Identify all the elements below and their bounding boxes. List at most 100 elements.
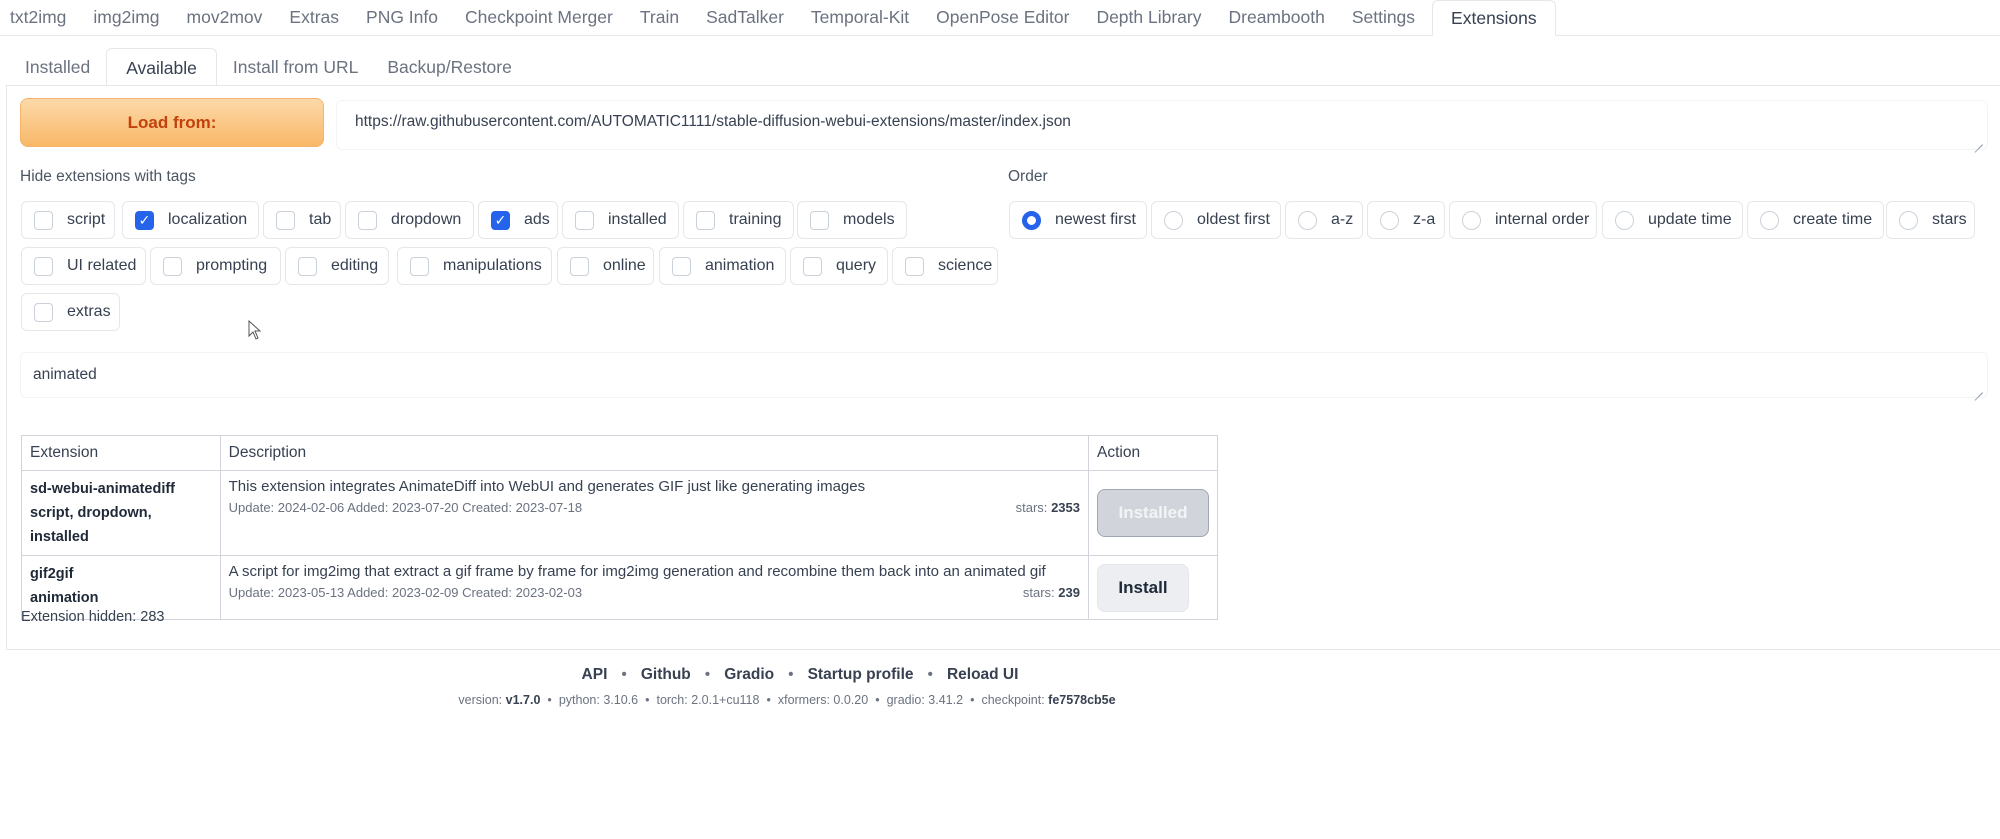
stars-label: stars: xyxy=(1022,585,1055,600)
order-label-text: oldest first xyxy=(1197,211,1270,228)
version-value: v1.7.0 xyxy=(505,693,541,707)
tab-img2img[interactable]: img2img xyxy=(83,0,169,35)
load-from-button[interactable]: Load from: xyxy=(20,98,324,147)
tag-label: dropdown xyxy=(391,211,462,228)
radio-icon xyxy=(1164,210,1183,230)
stars-label: stars: xyxy=(1015,500,1048,515)
tag-checkbox-science[interactable]: science xyxy=(892,247,998,285)
footer-link-github[interactable]: Github xyxy=(641,666,691,683)
order-radio-z-a[interactable]: z-a xyxy=(1367,201,1445,239)
tag-label: localization xyxy=(168,211,248,228)
order-radio-internal-order[interactable]: internal order xyxy=(1449,201,1597,239)
order-radio-oldest-first[interactable]: oldest first xyxy=(1151,201,1281,239)
subtab-install-from-url[interactable]: Install from URL xyxy=(220,48,371,86)
gradio-value: 3.41.2 xyxy=(928,693,964,707)
tag-label: extras xyxy=(67,303,111,320)
subtab-available[interactable]: Available xyxy=(106,48,217,86)
tag-label: UI related xyxy=(67,257,137,274)
footer-separator: • xyxy=(788,666,794,683)
tag-label: science xyxy=(938,257,993,274)
action-cell: Installed xyxy=(1087,470,1219,556)
tag-checkbox-localization[interactable]: ✓ localization xyxy=(122,201,259,239)
gradio-key: gradio: xyxy=(886,693,925,707)
install-button[interactable]: Install xyxy=(1096,563,1189,612)
tab-sadtalker[interactable]: SadTalker xyxy=(696,0,794,35)
order-label-text: z-a xyxy=(1413,211,1436,228)
checkbox-icon xyxy=(803,256,822,276)
checkbox-icon xyxy=(570,256,589,276)
resize-grip-icon[interactable] xyxy=(1974,136,1984,146)
tab-png-info[interactable]: PNG Info xyxy=(356,0,448,35)
subtab-installed[interactable]: Installed xyxy=(12,48,103,86)
tab-temporal-kit[interactable]: Temporal-Kit xyxy=(801,0,919,35)
tag-label: manipulations xyxy=(443,257,542,274)
extension-stars: stars: 239 xyxy=(1023,582,1080,604)
tag-checkbox-models[interactable]: models xyxy=(797,201,907,239)
footer-link-reload-ui[interactable]: Reload UI xyxy=(947,666,1018,683)
description-cell: A script for img2img that extract a gif … xyxy=(219,555,1089,620)
tab-extensions[interactable]: Extensions xyxy=(1432,0,1556,36)
tab-openpose-editor[interactable]: OpenPose Editor xyxy=(926,0,1079,35)
resize-grip-icon[interactable] xyxy=(1974,384,1984,394)
mouse-cursor-icon xyxy=(248,320,262,340)
tag-checkbox-prompting[interactable]: prompting xyxy=(150,247,281,285)
tab-mov2mov[interactable]: mov2mov xyxy=(177,0,273,35)
tag-checkbox-extras[interactable]: extras xyxy=(21,293,120,331)
tag-checkbox-script[interactable]: script xyxy=(21,201,115,239)
order-radio-update-time[interactable]: update time xyxy=(1602,201,1743,239)
tag-label: installed xyxy=(608,211,667,228)
tag-checkbox-animation[interactable]: animation xyxy=(659,247,786,285)
installed-button[interactable]: Installed xyxy=(1096,489,1209,537)
order-label-text: update time xyxy=(1648,211,1732,228)
tag-checkbox-training[interactable]: training xyxy=(683,201,794,239)
extension-hidden-count: Extension hidden: 283 xyxy=(21,609,165,625)
tag-checkbox-editing[interactable]: editing xyxy=(285,247,389,285)
stars-count: 239 xyxy=(1058,585,1080,600)
xformers-value: 0.0.20 xyxy=(833,693,869,707)
order-label-text: a-z xyxy=(1331,211,1354,228)
checkpoint-key: checkpoint: xyxy=(981,693,1045,707)
extension-index-url-field[interactable]: https://raw.githubusercontent.com/AUTOMA… xyxy=(336,100,1988,150)
tag-label: tab xyxy=(309,211,332,228)
order-radio-a-z[interactable]: a-z xyxy=(1285,201,1363,239)
tab-dreambooth[interactable]: Dreambooth xyxy=(1219,0,1335,35)
python-key: python: xyxy=(558,693,600,707)
column-header-extension: Extension xyxy=(21,435,221,471)
tag-checkbox-dropdown[interactable]: dropdown xyxy=(345,201,474,239)
version-key: version: xyxy=(458,693,503,707)
footer-link-api[interactable]: API xyxy=(582,666,608,683)
checkbox-checked-icon: ✓ xyxy=(135,210,154,230)
tab-train[interactable]: Train xyxy=(630,0,689,35)
tag-checkbox-query[interactable]: query xyxy=(790,247,888,285)
tab-extras[interactable]: Extras xyxy=(279,0,349,35)
extension-dates: Update: 2023-05-13 Added: 2023-02-09 Cre… xyxy=(228,585,583,600)
order-radio-create-time[interactable]: create time xyxy=(1747,201,1884,239)
tag-checkbox-installed[interactable]: installed xyxy=(562,201,679,239)
order-radio-stars[interactable]: stars xyxy=(1886,201,1975,239)
tag-checkbox-ui-related[interactable]: UI related xyxy=(21,247,146,285)
footer-link-startup-profile[interactable]: Startup profile xyxy=(808,666,914,683)
torch-key: torch: xyxy=(656,693,688,707)
tab-txt2img[interactable]: txt2img xyxy=(0,0,76,35)
version-separator: • xyxy=(970,693,975,707)
checkbox-icon xyxy=(575,210,594,230)
hide-tags-label: Hide extensions with tags xyxy=(20,168,196,185)
tag-checkbox-manipulations[interactable]: manipulations xyxy=(397,247,552,285)
tag-checkbox-tab[interactable]: tab xyxy=(263,201,341,239)
radio-icon xyxy=(1899,210,1918,230)
radio-icon xyxy=(1462,210,1481,230)
tag-checkbox-online[interactable]: online xyxy=(557,247,654,285)
checkbox-icon xyxy=(276,210,295,230)
search-value: animated xyxy=(33,366,97,383)
extension-name-link[interactable]: gif2gif xyxy=(30,562,212,586)
extensions-sub-tab-bar: Installed Available Install from URL Bac… xyxy=(12,48,528,86)
subtab-backup-restore[interactable]: Backup/Restore xyxy=(374,48,525,86)
extension-search-input[interactable]: animated xyxy=(20,352,1988,398)
tag-checkbox-ads[interactable]: ✓ ads xyxy=(478,201,558,239)
tab-checkpoint-merger[interactable]: Checkpoint Merger xyxy=(455,0,623,35)
tab-depth-library[interactable]: Depth Library xyxy=(1086,0,1211,35)
footer-link-gradio[interactable]: Gradio xyxy=(724,666,774,683)
tab-settings[interactable]: Settings xyxy=(1342,0,1425,35)
extension-name-link[interactable]: sd-webui-animatediff xyxy=(30,477,212,501)
order-radio-newest-first[interactable]: newest first xyxy=(1009,201,1147,239)
